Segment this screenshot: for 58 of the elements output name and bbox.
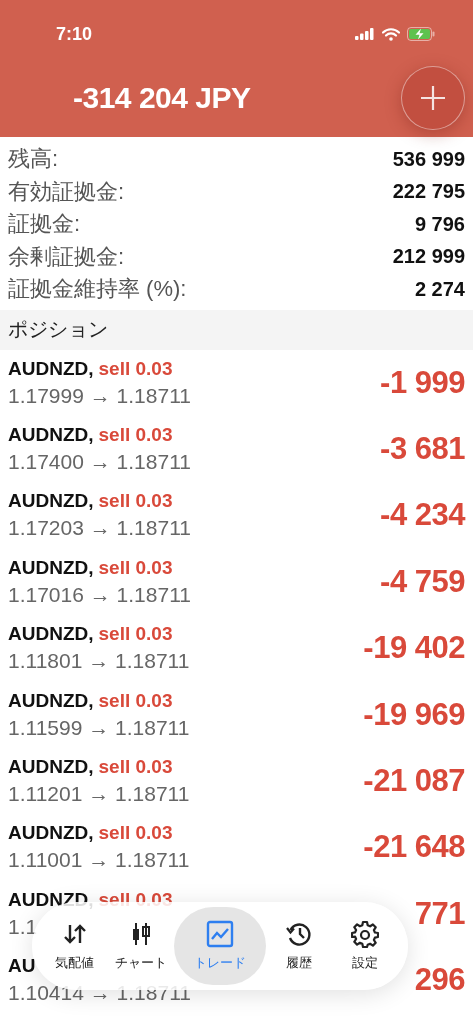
section-header: ポジション	[0, 309, 473, 350]
profit-value: 296	[414, 962, 465, 999]
profit-value: -1 999	[380, 364, 465, 401]
summary-label: 証拠金維持率 (%):	[8, 275, 187, 304]
signal-icon	[355, 28, 375, 40]
summary-label: 有効証拠金:	[8, 177, 125, 206]
summary-value: 2 274	[414, 277, 465, 301]
wifi-icon	[382, 27, 400, 41]
symbol-label: AUDNZD,	[8, 623, 94, 646]
profit-value: -19 969	[363, 696, 465, 733]
order-side-label: sell 0.03	[98, 424, 173, 447]
account-balance: -314 204 JPY	[73, 81, 251, 115]
profit-value: -21 087	[363, 763, 465, 800]
profit-value: -21 648	[363, 829, 465, 866]
plus-icon	[419, 84, 447, 112]
summary-value: 212 999	[392, 245, 465, 269]
summary-value: 222 795	[392, 180, 465, 204]
price-range: 1.11201 → 1.18711	[8, 782, 190, 807]
symbol-label: AUDNZD,	[8, 357, 94, 380]
order-side-label: sell 0.03	[98, 756, 173, 779]
order-side-label: sell 0.03	[98, 623, 173, 646]
summary-value: 9 796	[414, 212, 465, 236]
summary-label: 証拠金:	[8, 210, 81, 239]
order-side-label: sell 0.03	[98, 556, 173, 579]
battery-charging-icon	[407, 27, 435, 41]
profit-value: 771	[414, 895, 465, 932]
price-range: 1.17203 → 1.18711	[8, 516, 191, 541]
profit-value: -19 402	[363, 630, 465, 667]
order-side-label: sell 0.03	[98, 490, 173, 513]
summary-value: 536 999	[392, 147, 465, 171]
status-time: 7:10	[56, 23, 93, 45]
symbol-label: AU	[8, 955, 36, 978]
order-side-label: sell 0.03	[98, 689, 173, 712]
summary-label: 余剰証拠金:	[8, 242, 125, 271]
price-range: 1.1	[8, 914, 38, 939]
tab-button[interactable]: 設定	[332, 907, 398, 985]
symbol-label: AUDNZD,	[8, 689, 94, 712]
price-range: 1.11599 → 1.18711	[8, 715, 190, 740]
price-range: 1.11801 → 1.18711	[8, 649, 190, 674]
line-chart-icon	[206, 920, 234, 948]
settings-icon	[351, 920, 380, 948]
symbol-label: AUDNZD,	[8, 490, 94, 513]
price-range: 1.17999 → 1.18711	[8, 383, 191, 408]
price-range: 1.17016 → 1.18711	[8, 582, 191, 607]
price-range: 1.17400 → 1.18711	[8, 450, 191, 475]
order-side-label: sell 0.03	[98, 822, 173, 845]
history-icon	[285, 920, 314, 948]
profit-value: -4 234	[380, 497, 465, 534]
price-range: 1.11001 → 1.18711	[8, 848, 190, 873]
summary-label: 残高:	[8, 145, 59, 174]
symbol-label: AUDNZD,	[8, 756, 94, 779]
symbol-label: AUDNZD,	[8, 424, 94, 447]
symbol-label: AUDNZD,	[8, 556, 94, 579]
profit-value: -4 759	[380, 563, 465, 600]
profit-value: -3 681	[380, 431, 465, 468]
tab-button[interactable]: 履歴	[266, 907, 333, 985]
order-side-label: sell 0.03	[98, 357, 173, 380]
symbol-label: AUDNZD,	[8, 822, 94, 845]
